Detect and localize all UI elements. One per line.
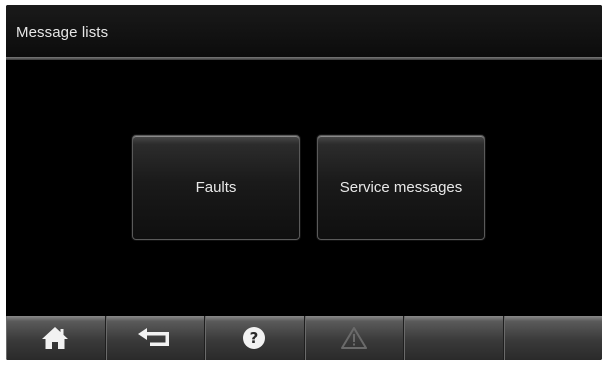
page-title: Message lists	[16, 24, 109, 41]
service-messages-button[interactable]: Service messages	[317, 135, 485, 240]
header-bar: Message lists	[6, 5, 602, 57]
home-button[interactable]	[6, 316, 106, 360]
home-icon	[42, 327, 69, 349]
faults-button[interactable]: Faults	[132, 135, 300, 240]
header-divider	[6, 57, 602, 60]
help-icon: ?	[243, 327, 266, 349]
warning-button	[305, 316, 404, 360]
svg-text:?: ?	[250, 329, 259, 347]
nav-slot-empty-2	[504, 316, 603, 360]
back-arrow-icon	[137, 328, 169, 346]
warning-icon	[340, 327, 367, 349]
message-lists-screen: Message lists Faults Service messages ?	[6, 5, 602, 360]
bottom-navigation-bar: ?	[6, 316, 602, 360]
nav-slot-empty-1	[404, 316, 504, 360]
back-button[interactable]	[106, 316, 205, 360]
help-button[interactable]: ?	[205, 316, 305, 360]
